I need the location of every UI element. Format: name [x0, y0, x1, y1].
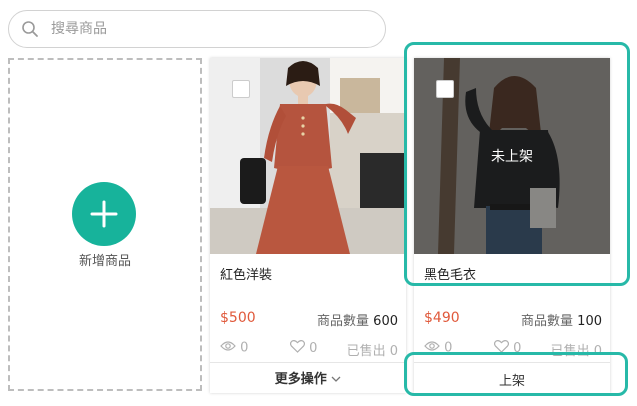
quantity-value: 100 [577, 314, 602, 329]
search-bar[interactable] [8, 10, 386, 48]
quantity-label: 商品數量 [521, 314, 574, 329]
product-highlight-box [404, 42, 630, 286]
add-product-button[interactable] [72, 182, 136, 246]
plus-icon [90, 200, 118, 228]
search-icon [21, 20, 39, 38]
product-quantity: 商品數量 600 [317, 310, 398, 329]
add-product-label: 新增商品 [78, 254, 131, 269]
more-actions-button[interactable]: 更多操作 [210, 368, 406, 387]
card-divider [210, 362, 406, 363]
more-actions-label: 更多操作 [274, 372, 327, 387]
heart-icon [289, 339, 306, 357]
likes-count: 0 [309, 341, 318, 356]
likes-stat: 0 [289, 339, 318, 357]
quantity-label: 商品數量 [317, 314, 370, 329]
product-name: 紅色洋裝 [220, 268, 273, 283]
sold-label: 已售出 [346, 344, 386, 359]
sold-count: 0 [389, 344, 398, 359]
product-quantity: 商品數量 100 [521, 310, 602, 329]
list-button-highlight-box [404, 352, 628, 396]
views-count: 0 [240, 340, 249, 356]
product-card: 紅色洋裝 $500 商品數量 600 0 0 已售出 0 更多操作 [210, 58, 406, 393]
views-stat: 0 [220, 340, 248, 356]
search-input[interactable] [49, 20, 353, 38]
eye-icon [220, 340, 236, 356]
product-price: $490 [424, 310, 460, 326]
product-price: $500 [220, 310, 256, 326]
product-image[interactable] [210, 58, 406, 254]
chevron-down-icon [331, 372, 341, 387]
sold-stat: 已售出 0 [347, 340, 398, 359]
add-product-card[interactable]: 新增商品 [8, 58, 202, 391]
select-checkbox[interactable] [232, 80, 250, 98]
quantity-value: 600 [373, 314, 398, 329]
